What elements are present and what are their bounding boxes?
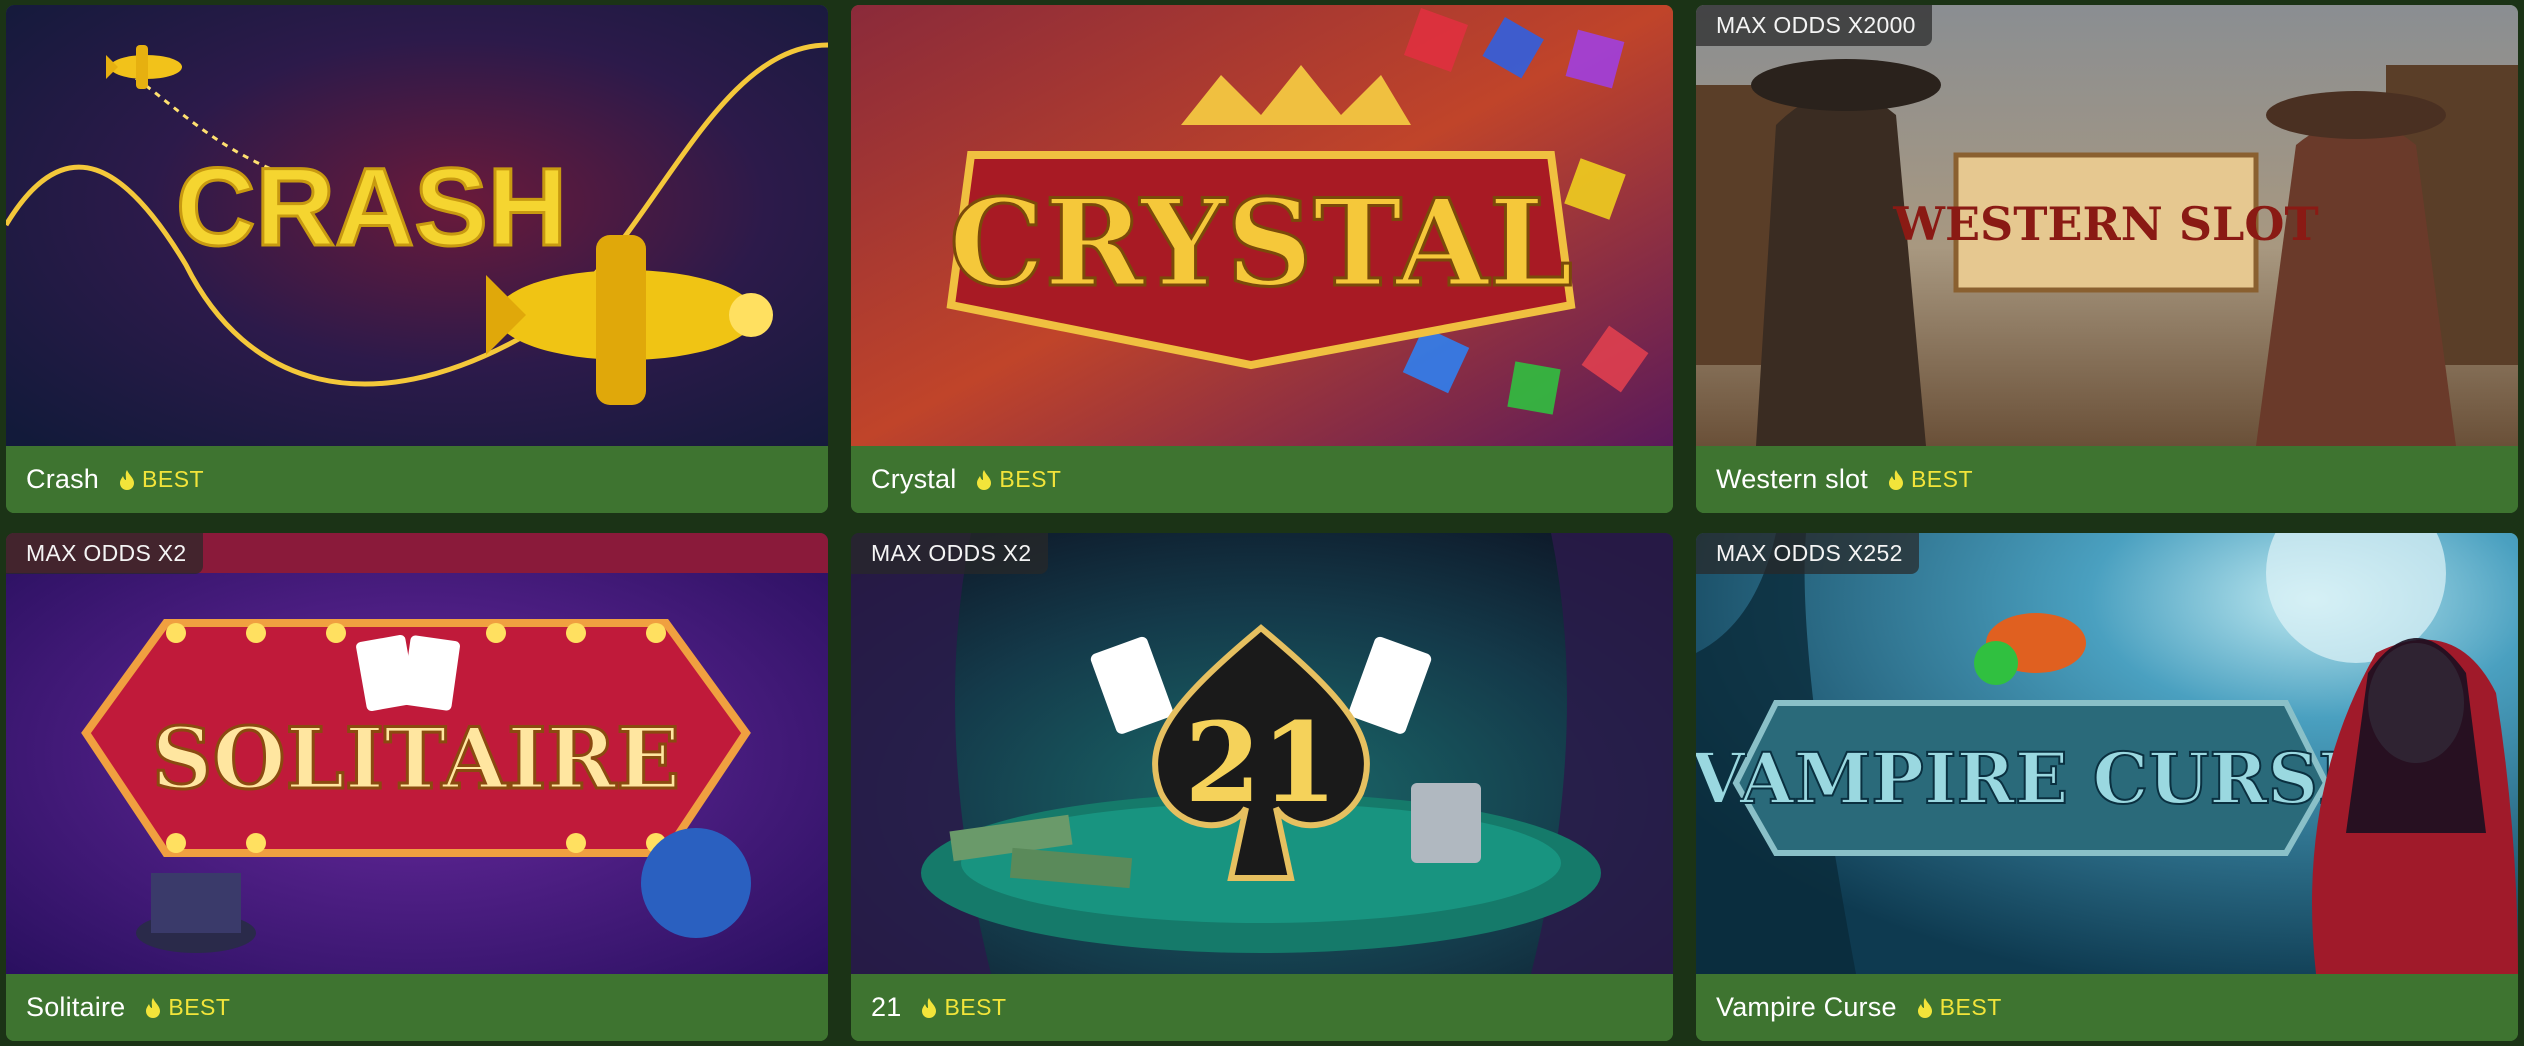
badge-label: BEST bbox=[1939, 994, 2002, 1020]
flame-icon bbox=[146, 997, 161, 1018]
game-card-21[interactable]: 21 MAX ODDS X2 21 BEST bbox=[851, 533, 1673, 1041]
game-card-footer: Crystal BEST bbox=[851, 446, 1673, 513]
game-card-footer: Crash BEST bbox=[6, 446, 828, 513]
game-title: Vampire Curse bbox=[1716, 992, 1897, 1022]
western-slot-logo-text: WESTERN SLOT bbox=[1892, 197, 2318, 251]
max-odds-badge: MAX ODDS X2000 bbox=[1696, 5, 1932, 46]
game-card-vampire-curse[interactable]: VAMPIRE CURSE MAX ODDS X252 Vampire Curs… bbox=[1696, 533, 2518, 1041]
flame-icon bbox=[1917, 997, 1932, 1018]
game-title: Crash bbox=[26, 464, 100, 494]
flame-icon bbox=[977, 469, 992, 490]
game-thumbnail[interactable]: VAMPIRE CURSE MAX ODDS X252 bbox=[1696, 533, 2518, 974]
best-badge: BEST bbox=[976, 466, 1061, 493]
game-card-footer: Vampire Curse BEST bbox=[1696, 974, 2518, 1041]
vampire-curse-artwork: VAMPIRE CURSE bbox=[1696, 533, 2518, 974]
badge-label: BEST bbox=[142, 466, 205, 492]
best-badge: BEST bbox=[921, 994, 1006, 1021]
game-card-footer: Solitaire BEST bbox=[6, 974, 828, 1041]
game-title: Crystal bbox=[871, 464, 957, 494]
western-slot-artwork: WESTERN SLOT bbox=[1696, 5, 2518, 446]
game-card-solitaire[interactable]: SOLITAIRE MAX ODDS X2 Solitaire BEST bbox=[6, 533, 828, 1041]
game-thumbnail[interactable]: WESTERN SLOT MAX ODDS X2000 bbox=[1696, 5, 2518, 446]
crash-logo-text: CRASH bbox=[176, 146, 567, 269]
game-thumbnail[interactable]: 21 MAX ODDS X2 bbox=[851, 533, 1673, 974]
best-badge: BEST bbox=[1888, 466, 1973, 493]
crash-artwork: CRASH bbox=[6, 5, 828, 446]
game-thumbnail[interactable]: CRASH bbox=[6, 5, 828, 446]
game-card-footer: 21 BEST bbox=[851, 974, 1673, 1041]
flame-icon bbox=[1888, 469, 1903, 490]
badge-label: BEST bbox=[999, 466, 1062, 492]
best-badge: BEST bbox=[145, 994, 230, 1021]
game-title: Western slot bbox=[1716, 464, 1868, 494]
twenty-one-logo-text: 21 bbox=[1184, 698, 1337, 827]
game-thumbnail[interactable]: CRYSTAL bbox=[851, 5, 1673, 446]
badge-label: BEST bbox=[168, 994, 231, 1020]
game-title: 21 bbox=[871, 992, 902, 1022]
best-badge: BEST bbox=[1917, 994, 2002, 1021]
best-badge: BEST bbox=[119, 466, 204, 493]
max-odds-badge: MAX ODDS X2 bbox=[6, 533, 203, 574]
games-grid: CRASH Crash BEST CRYSTAL Crystal BEST WE… bbox=[6, 5, 2518, 1041]
vampire-curse-logo-text: VAMPIRE CURSE bbox=[1696, 737, 2371, 820]
game-thumbnail[interactable]: SOLITAIRE MAX ODDS X2 bbox=[6, 533, 828, 974]
flame-icon bbox=[922, 997, 937, 1018]
game-title: Solitaire bbox=[26, 992, 126, 1022]
solitaire-logo-text: SOLITAIRE bbox=[152, 709, 680, 808]
flame-icon bbox=[120, 469, 135, 490]
solitaire-artwork: SOLITAIRE bbox=[6, 533, 828, 974]
crystal-artwork: CRYSTAL bbox=[851, 5, 1673, 446]
twenty-one-artwork: 21 bbox=[851, 533, 1673, 974]
game-card-crash[interactable]: CRASH Crash BEST bbox=[6, 5, 828, 513]
game-card-crystal[interactable]: CRYSTAL Crystal BEST bbox=[851, 5, 1673, 513]
badge-label: BEST bbox=[1910, 466, 1974, 492]
crystal-logo-text: CRYSTAL bbox=[949, 173, 1573, 314]
badge-label: BEST bbox=[944, 994, 1007, 1020]
game-card-western-slot[interactable]: WESTERN SLOT MAX ODDS X2000 Western slot… bbox=[1696, 5, 2518, 513]
max-odds-badge: MAX ODDS X252 bbox=[1696, 533, 1919, 574]
max-odds-badge: MAX ODDS X2 bbox=[851, 533, 1048, 574]
game-card-footer: Western slot BEST bbox=[1696, 446, 2518, 513]
